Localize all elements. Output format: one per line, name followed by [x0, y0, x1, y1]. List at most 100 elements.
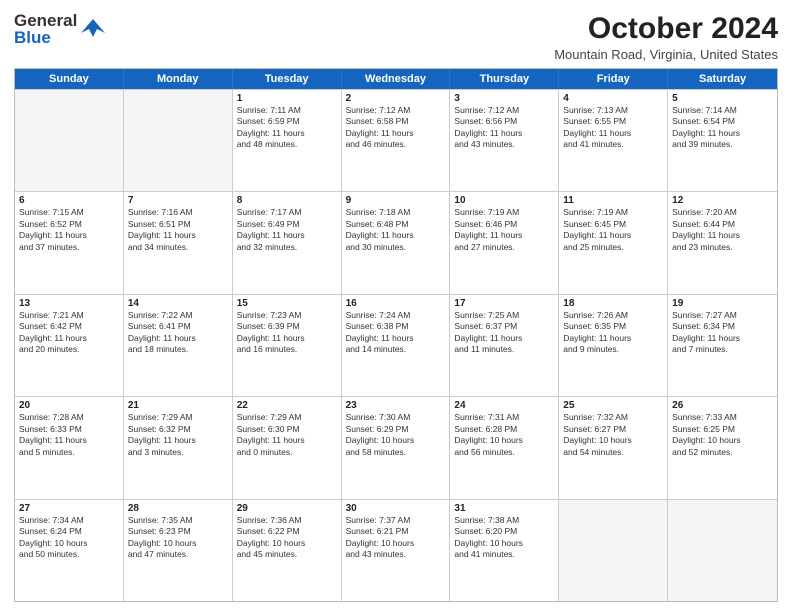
- day-number: 17: [454, 298, 554, 309]
- day-number: 13: [19, 298, 119, 309]
- day-number: 23: [346, 400, 446, 411]
- day-number: 2: [346, 93, 446, 104]
- calendar-body: 1Sunrise: 7:11 AM Sunset: 6:59 PM Daylig…: [15, 89, 777, 601]
- calendar-cell: [559, 500, 668, 601]
- calendar: SundayMondayTuesdayWednesdayThursdayFrid…: [14, 68, 778, 602]
- day-number: 9: [346, 195, 446, 206]
- day-number: 27: [19, 503, 119, 514]
- calendar-cell: 10Sunrise: 7:19 AM Sunset: 6:46 PM Dayli…: [450, 192, 559, 293]
- day-number: 1: [237, 93, 337, 104]
- day-info: Sunrise: 7:23 AM Sunset: 6:39 PM Dayligh…: [237, 310, 337, 356]
- day-number: 3: [454, 93, 554, 104]
- calendar-cell: 24Sunrise: 7:31 AM Sunset: 6:28 PM Dayli…: [450, 397, 559, 498]
- calendar-row: 20Sunrise: 7:28 AM Sunset: 6:33 PM Dayli…: [15, 396, 777, 498]
- calendar-cell: 30Sunrise: 7:37 AM Sunset: 6:21 PM Dayli…: [342, 500, 451, 601]
- day-info: Sunrise: 7:29 AM Sunset: 6:32 PM Dayligh…: [128, 412, 228, 458]
- calendar-cell: 4Sunrise: 7:13 AM Sunset: 6:55 PM Daylig…: [559, 90, 668, 191]
- day-info: Sunrise: 7:22 AM Sunset: 6:41 PM Dayligh…: [128, 310, 228, 356]
- calendar-cell: 28Sunrise: 7:35 AM Sunset: 6:23 PM Dayli…: [124, 500, 233, 601]
- day-info: Sunrise: 7:29 AM Sunset: 6:30 PM Dayligh…: [237, 412, 337, 458]
- day-number: 18: [563, 298, 663, 309]
- day-number: 20: [19, 400, 119, 411]
- calendar-cell: 31Sunrise: 7:38 AM Sunset: 6:20 PM Dayli…: [450, 500, 559, 601]
- calendar-cell: 11Sunrise: 7:19 AM Sunset: 6:45 PM Dayli…: [559, 192, 668, 293]
- weekday-header: Wednesday: [342, 69, 451, 89]
- calendar-cell: 3Sunrise: 7:12 AM Sunset: 6:56 PM Daylig…: [450, 90, 559, 191]
- calendar-cell: 8Sunrise: 7:17 AM Sunset: 6:49 PM Daylig…: [233, 192, 342, 293]
- calendar-cell: 20Sunrise: 7:28 AM Sunset: 6:33 PM Dayli…: [15, 397, 124, 498]
- day-info: Sunrise: 7:38 AM Sunset: 6:20 PM Dayligh…: [454, 515, 554, 561]
- day-info: Sunrise: 7:34 AM Sunset: 6:24 PM Dayligh…: [19, 515, 119, 561]
- day-info: Sunrise: 7:19 AM Sunset: 6:46 PM Dayligh…: [454, 207, 554, 253]
- day-number: 7: [128, 195, 228, 206]
- day-number: 15: [237, 298, 337, 309]
- day-info: Sunrise: 7:27 AM Sunset: 6:34 PM Dayligh…: [672, 310, 773, 356]
- calendar-cell: 25Sunrise: 7:32 AM Sunset: 6:27 PM Dayli…: [559, 397, 668, 498]
- day-info: Sunrise: 7:18 AM Sunset: 6:48 PM Dayligh…: [346, 207, 446, 253]
- day-number: 26: [672, 400, 773, 411]
- day-number: 5: [672, 93, 773, 104]
- calendar-row: 13Sunrise: 7:21 AM Sunset: 6:42 PM Dayli…: [15, 294, 777, 396]
- weekday-header: Monday: [124, 69, 233, 89]
- day-number: 19: [672, 298, 773, 309]
- calendar-cell: 17Sunrise: 7:25 AM Sunset: 6:37 PM Dayli…: [450, 295, 559, 396]
- day-info: Sunrise: 7:15 AM Sunset: 6:52 PM Dayligh…: [19, 207, 119, 253]
- month-title: October 2024: [554, 12, 778, 45]
- day-info: Sunrise: 7:19 AM Sunset: 6:45 PM Dayligh…: [563, 207, 663, 253]
- title-block: October 2024 Mountain Road, Virginia, Un…: [554, 12, 778, 62]
- calendar-cell: 15Sunrise: 7:23 AM Sunset: 6:39 PM Dayli…: [233, 295, 342, 396]
- calendar-cell: [124, 90, 233, 191]
- day-number: 16: [346, 298, 446, 309]
- day-info: Sunrise: 7:36 AM Sunset: 6:22 PM Dayligh…: [237, 515, 337, 561]
- calendar-cell: 19Sunrise: 7:27 AM Sunset: 6:34 PM Dayli…: [668, 295, 777, 396]
- day-number: 29: [237, 503, 337, 514]
- day-number: 14: [128, 298, 228, 309]
- day-info: Sunrise: 7:26 AM Sunset: 6:35 PM Dayligh…: [563, 310, 663, 356]
- day-info: Sunrise: 7:14 AM Sunset: 6:54 PM Dayligh…: [672, 105, 773, 151]
- location: Mountain Road, Virginia, United States: [554, 47, 778, 62]
- day-number: 10: [454, 195, 554, 206]
- day-info: Sunrise: 7:16 AM Sunset: 6:51 PM Dayligh…: [128, 207, 228, 253]
- day-number: 25: [563, 400, 663, 411]
- day-info: Sunrise: 7:25 AM Sunset: 6:37 PM Dayligh…: [454, 310, 554, 356]
- day-info: Sunrise: 7:17 AM Sunset: 6:49 PM Dayligh…: [237, 207, 337, 253]
- weekday-header: Sunday: [15, 69, 124, 89]
- weekday-header: Saturday: [668, 69, 777, 89]
- day-number: 28: [128, 503, 228, 514]
- day-info: Sunrise: 7:35 AM Sunset: 6:23 PM Dayligh…: [128, 515, 228, 561]
- calendar-cell: 29Sunrise: 7:36 AM Sunset: 6:22 PM Dayli…: [233, 500, 342, 601]
- logo-bird-icon: [79, 15, 107, 43]
- calendar-cell: [668, 500, 777, 601]
- weekday-header: Tuesday: [233, 69, 342, 89]
- day-number: 24: [454, 400, 554, 411]
- day-info: Sunrise: 7:32 AM Sunset: 6:27 PM Dayligh…: [563, 412, 663, 458]
- calendar-cell: 18Sunrise: 7:26 AM Sunset: 6:35 PM Dayli…: [559, 295, 668, 396]
- day-info: Sunrise: 7:37 AM Sunset: 6:21 PM Dayligh…: [346, 515, 446, 561]
- calendar-cell: 27Sunrise: 7:34 AM Sunset: 6:24 PM Dayli…: [15, 500, 124, 601]
- header: General Blue October 2024 Mountain Road,…: [14, 12, 778, 62]
- day-info: Sunrise: 7:11 AM Sunset: 6:59 PM Dayligh…: [237, 105, 337, 151]
- day-number: 22: [237, 400, 337, 411]
- day-info: Sunrise: 7:21 AM Sunset: 6:42 PM Dayligh…: [19, 310, 119, 356]
- calendar-cell: 12Sunrise: 7:20 AM Sunset: 6:44 PM Dayli…: [668, 192, 777, 293]
- calendar-cell: 7Sunrise: 7:16 AM Sunset: 6:51 PM Daylig…: [124, 192, 233, 293]
- calendar-header: SundayMondayTuesdayWednesdayThursdayFrid…: [15, 69, 777, 89]
- calendar-cell: 1Sunrise: 7:11 AM Sunset: 6:59 PM Daylig…: [233, 90, 342, 191]
- calendar-cell: 6Sunrise: 7:15 AM Sunset: 6:52 PM Daylig…: [15, 192, 124, 293]
- calendar-cell: 22Sunrise: 7:29 AM Sunset: 6:30 PM Dayli…: [233, 397, 342, 498]
- logo: General Blue: [14, 12, 107, 46]
- calendar-row: 1Sunrise: 7:11 AM Sunset: 6:59 PM Daylig…: [15, 89, 777, 191]
- calendar-cell: 21Sunrise: 7:29 AM Sunset: 6:32 PM Dayli…: [124, 397, 233, 498]
- day-number: 6: [19, 195, 119, 206]
- calendar-row: 6Sunrise: 7:15 AM Sunset: 6:52 PM Daylig…: [15, 191, 777, 293]
- calendar-cell: 13Sunrise: 7:21 AM Sunset: 6:42 PM Dayli…: [15, 295, 124, 396]
- logo-general: General: [14, 12, 77, 29]
- calendar-cell: 9Sunrise: 7:18 AM Sunset: 6:48 PM Daylig…: [342, 192, 451, 293]
- calendar-cell: 14Sunrise: 7:22 AM Sunset: 6:41 PM Dayli…: [124, 295, 233, 396]
- day-info: Sunrise: 7:30 AM Sunset: 6:29 PM Dayligh…: [346, 412, 446, 458]
- logo-blue: Blue: [14, 29, 77, 46]
- weekday-header: Thursday: [450, 69, 559, 89]
- calendar-cell: 5Sunrise: 7:14 AM Sunset: 6:54 PM Daylig…: [668, 90, 777, 191]
- day-number: 11: [563, 195, 663, 206]
- calendar-cell: 2Sunrise: 7:12 AM Sunset: 6:58 PM Daylig…: [342, 90, 451, 191]
